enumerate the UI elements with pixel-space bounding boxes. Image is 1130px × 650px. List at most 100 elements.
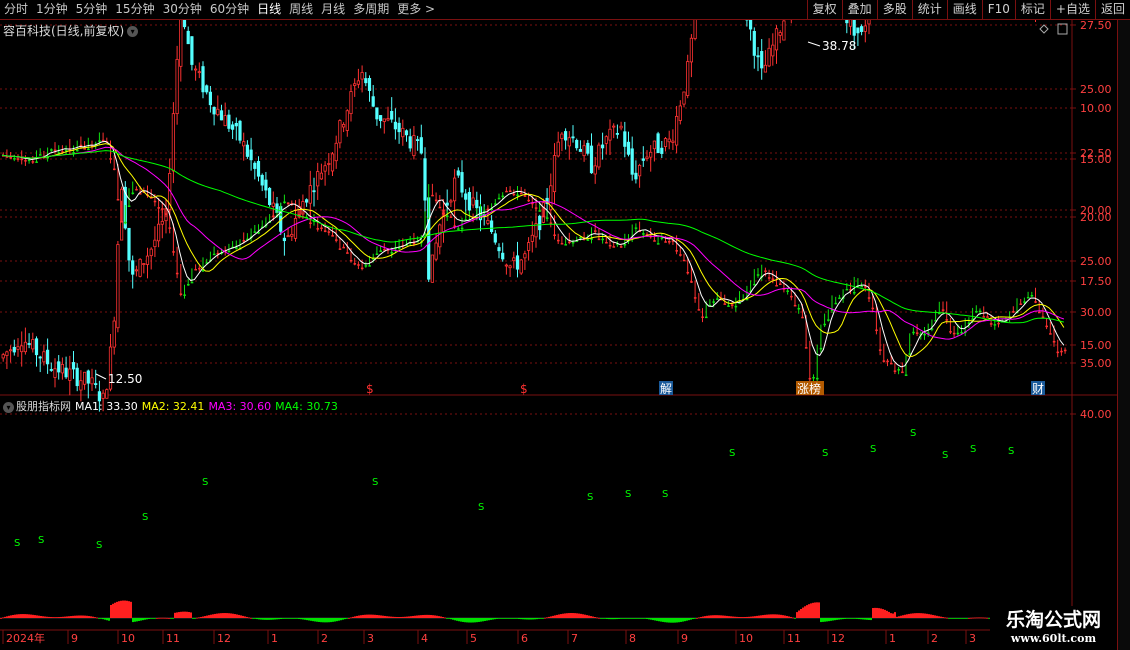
oscillator-bar: [316, 618, 318, 622]
oscillator-bar: [632, 618, 634, 619]
oscillator-bar: [638, 618, 640, 619]
oscillator-bar: [886, 610, 888, 618]
oscillator-bar: [348, 617, 350, 619]
toolbar-button[interactable]: 返回: [1094, 0, 1130, 20]
toolbar-button[interactable]: 多股: [876, 0, 912, 20]
oscillator-bar: [706, 615, 708, 618]
oscillator-bar: [790, 616, 792, 618]
indicator-candle-body: [690, 281, 693, 283]
oscillator-bar: [452, 618, 454, 620]
period-tab[interactable]: 1分钟: [32, 0, 72, 20]
period-tab[interactable]: 分时: [0, 0, 32, 20]
indicator-candle-body: [867, 297, 871, 299]
toolbar-button[interactable]: +自选: [1049, 0, 1095, 20]
oscillator-bar: [286, 618, 288, 619]
oscillator-bar: [756, 615, 758, 618]
price-candle-body: [645, 156, 649, 159]
period-tab[interactable]: 更多 >: [393, 0, 439, 20]
toolbar-button[interactable]: 统计: [911, 0, 947, 20]
price-candle-body: [34, 338, 39, 356]
period-tab[interactable]: 日线: [253, 0, 285, 20]
chevron-down-icon[interactable]: ▾: [3, 401, 14, 413]
oscillator-bar: [852, 618, 854, 619]
oscillator-bar: [496, 618, 498, 619]
oscillator-bar: [458, 618, 460, 622]
price-candle-body: [378, 115, 383, 122]
period-tab[interactable]: 30分钟: [159, 0, 206, 20]
oscillator-bar: [530, 618, 532, 620]
oscillator-bar: [390, 616, 392, 618]
indicator-candle-body: [161, 208, 164, 210]
indicator-candle-body: [512, 193, 516, 196]
period-tab[interactable]: 周线: [285, 0, 317, 20]
toolbar-button[interactable]: 画线: [946, 0, 982, 20]
oscillator-bar: [260, 618, 262, 620]
event-marker[interactable]: 解: [660, 382, 672, 396]
indicator-candle-body: [790, 295, 793, 298]
oscillator-bar: [924, 613, 926, 618]
oscillator-bar: [276, 618, 278, 620]
toolbar-button[interactable]: F10: [981, 0, 1015, 20]
indicator-candle-body: [564, 244, 567, 246]
oscillator-bar: [888, 611, 890, 618]
period-tab[interactable]: 5分钟: [72, 0, 112, 20]
indicator-candle-body: [734, 305, 738, 308]
oscillator-bar: [236, 614, 238, 618]
oscillator-bar: [230, 613, 232, 618]
oscillator-bar: [778, 614, 780, 618]
oscillator-bar: [268, 618, 270, 620]
oscillator-bar: [516, 618, 518, 619]
period-tab[interactable]: 月线: [317, 0, 349, 20]
oscillator-bar: [270, 618, 272, 620]
chart-canvas[interactable]: SSSSSSSSSSSSSSSSS 35.0032.5030.0027.5025…: [0, 0, 1130, 650]
oscillator-bar: [658, 618, 660, 622]
indicator-candle-body: [342, 246, 345, 249]
oscillator-bar: [674, 618, 676, 623]
oscillator-bar: [918, 613, 920, 618]
oscillator-bar: [742, 617, 744, 618]
oscillator-bar: [836, 618, 838, 620]
indicator-candle-body: [375, 253, 379, 256]
event-marker[interactable]: $: [520, 382, 528, 396]
oscillator-bar: [22, 614, 24, 618]
stock-title[interactable]: 容百科技(日线,前复权) ▾: [3, 22, 139, 39]
price-candle-body: [242, 141, 246, 147]
toolbar-button[interactable]: 叠加: [841, 0, 877, 20]
price-candle-body: [53, 368, 57, 378]
indicator-candle-body: [664, 241, 667, 243]
event-marker[interactable]: 财: [1032, 382, 1044, 396]
side-panel-strip[interactable]: [1117, 20, 1130, 650]
period-tab[interactable]: 多周期: [349, 0, 393, 20]
indicator-candle-body: [893, 370, 897, 372]
oscillator-bar: [814, 602, 816, 618]
indicator-candle-body: [212, 253, 216, 256]
event-marker[interactable]: $: [366, 382, 374, 396]
indicator-name[interactable]: 股朋指标网: [16, 400, 71, 413]
date-tick-label: 5: [470, 632, 477, 645]
oscillator-bar: [246, 616, 248, 618]
price-candle-body: [79, 380, 83, 391]
period-tab[interactable]: 15分钟: [111, 0, 158, 20]
brand-name: 乐淘公式网: [1005, 609, 1101, 631]
oscillator-bar: [700, 616, 702, 618]
oscillator-bar: [336, 618, 338, 622]
oscillator-bar: [374, 614, 376, 618]
oscillator-bar: [82, 615, 84, 618]
price-candles[interactable]: [1, 0, 1066, 412]
price-candle-body: [64, 367, 68, 378]
price-tick-label: 17.50: [1080, 275, 1112, 288]
indicator-candle-body: [153, 200, 157, 203]
chevron-down-icon[interactable]: ▾: [127, 26, 139, 37]
oscillator-bar: [796, 612, 798, 618]
toolbar-button[interactable]: 复权: [806, 0, 842, 20]
oscillator-bar: [826, 618, 828, 622]
price-candle-body: [589, 145, 594, 174]
toolbar-button[interactable]: 标记: [1014, 0, 1050, 20]
indicator-tick-label: 20.00: [1080, 204, 1112, 217]
price-candle-body: [249, 149, 253, 161]
oscillator-bar: [446, 618, 448, 619]
period-tab[interactable]: 60分钟: [206, 0, 253, 20]
event-marker[interactable]: 涨榜: [797, 381, 821, 396]
indicator-candle-body: [1023, 301, 1026, 303]
oscillator-bar: [150, 618, 152, 619]
